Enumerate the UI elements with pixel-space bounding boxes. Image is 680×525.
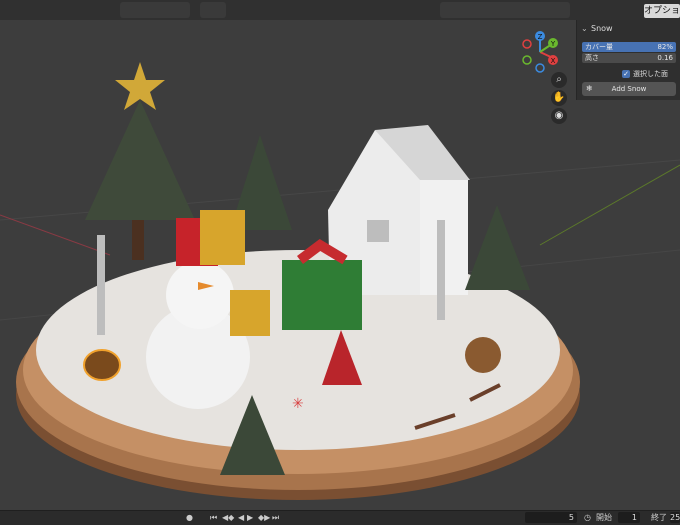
svg-text:Z: Z (538, 33, 543, 41)
camera-icon[interactable]: ◉ (551, 108, 567, 124)
selected-faces-option[interactable]: ✓ 選択した面 (622, 69, 668, 79)
jump-end-icon[interactable]: ⏭ (272, 513, 279, 523)
snow-panel: ⌄ Snow カバー量 82% 高さ 0.16 ✓ 選択した面 ❄ Add Sn… (576, 20, 680, 100)
next-key-icon[interactable]: ◆▶ (258, 513, 270, 523)
header-menu[interactable] (120, 2, 190, 18)
jump-start-icon[interactable]: ⏮ (210, 513, 217, 523)
tree-trunk (132, 220, 144, 260)
coverage-label: カバー量 (585, 43, 613, 51)
prev-key-icon[interactable]: ◀◆ (222, 513, 234, 523)
depth-value: 0.16 (657, 54, 673, 62)
present-green (282, 260, 362, 330)
add-snow-label: Add Snow (611, 85, 647, 93)
present-gold-top (200, 210, 245, 265)
options-button[interactable]: オプショ (644, 4, 680, 18)
start-label: 開始 (596, 513, 612, 522)
3d-cursor-icon: ✳ (292, 396, 304, 412)
sack-right (465, 337, 501, 373)
svg-text:Y: Y (550, 40, 556, 48)
snow-panel-header[interactable]: ⌄ Snow (577, 20, 680, 36)
house-window (367, 220, 389, 242)
play-icon[interactable]: ▶ (247, 513, 253, 523)
play-reverse-icon[interactable]: ◀ (238, 513, 244, 523)
end-label: 終了 (651, 513, 667, 522)
hand-icon[interactable]: ✋ (551, 90, 567, 106)
x-axis-line (0, 214, 111, 256)
present-gold (230, 290, 270, 336)
end-frame-field[interactable]: 25 (670, 512, 680, 523)
record-icon[interactable]: ● (186, 513, 193, 523)
chevron-down-icon[interactable]: ⌄ (581, 24, 591, 33)
depth-label: 高さ (585, 54, 599, 62)
tree-right (465, 205, 530, 290)
selected-faces-label: 選択した面 (633, 70, 668, 78)
header-bar: オプショ (0, 0, 680, 21)
add-snow-button[interactable]: ❄ Add Snow (582, 82, 676, 96)
current-frame-field[interactable]: 5 (525, 512, 577, 523)
snowflake-icon: ❄ (586, 84, 593, 93)
zoom-icon[interactable]: ⌕ (551, 72, 567, 88)
depth-field[interactable]: 高さ 0.16 (582, 53, 676, 63)
selected-faces-checkbox[interactable]: ✓ (622, 70, 630, 78)
lamp-post-left (97, 235, 105, 335)
svg-text:X: X (551, 57, 556, 65)
start-frame-field[interactable]: 1 (618, 512, 640, 523)
snowman-head (166, 261, 234, 329)
snow-panel-title: Snow (591, 23, 613, 33)
coverage-value: 82% (657, 43, 673, 51)
navigation-gizmo[interactable]: Z Y X (518, 30, 560, 74)
christmas-tree-large (85, 100, 195, 220)
coverage-field[interactable]: カバー量 82% (582, 42, 676, 52)
header-widget[interactable] (200, 2, 226, 18)
header-shading-buttons[interactable] (440, 2, 570, 18)
sack-selected (83, 349, 121, 381)
lamp-post-right (437, 220, 445, 320)
timeline-bar: ● ⏮ ◀◆ ◀ ▶ ◆▶ ⏭ 5 ◷ 開始 1 終了 25 (0, 510, 680, 525)
clock-icon[interactable]: ◷ (584, 513, 591, 523)
y-axis-line (539, 164, 680, 246)
